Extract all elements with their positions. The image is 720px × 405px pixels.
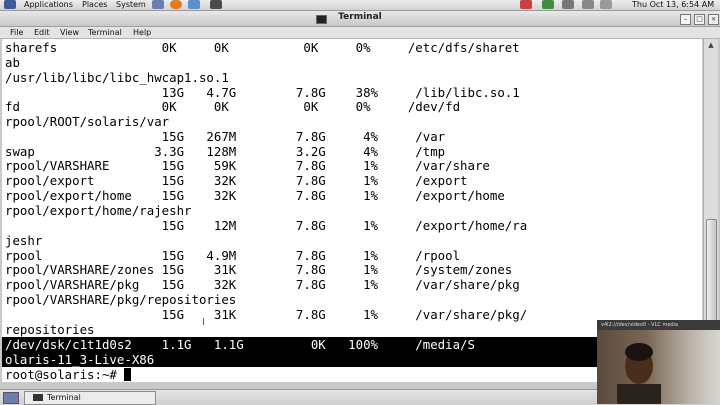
- firefox-launcher-icon[interactable]: [170, 0, 182, 9]
- terminal-line: rpool/export/home/rajeshr: [5, 203, 192, 218]
- ibeam-cursor-icon: I: [202, 317, 205, 328]
- taskbar-terminal-label: Terminal: [47, 393, 81, 402]
- prompt-line[interactable]: root@solaris:~#: [5, 367, 132, 382]
- terminal-line: rpool/export 15G 32K 7.8G 1% /export: [5, 173, 468, 188]
- terminal-line: rpool/export/home 15G 32K 7.8G 1% /expor…: [5, 188, 505, 203]
- minimize-button[interactable]: –: [680, 14, 691, 25]
- places-menu[interactable]: Places: [82, 0, 107, 10]
- show-desktop-icon[interactable]: [3, 392, 19, 404]
- terminal-line: 15G 267M 7.8G 4% /var: [5, 129, 446, 144]
- menubar: File Edit View Terminal Help: [0, 27, 720, 39]
- top-panel: Applications Places System Thu Oct 13, 6…: [0, 0, 720, 11]
- terminal-line: rpool/VARSHARE/pkg 15G 32K 7.8G 1% /var/…: [5, 277, 520, 292]
- text-cursor: [124, 368, 132, 381]
- volume-icon[interactable]: [562, 0, 574, 9]
- display-icon[interactable]: [582, 0, 594, 9]
- menu-edit[interactable]: Edit: [34, 27, 50, 38]
- webcam-video: [597, 330, 720, 404]
- system-menu[interactable]: System: [116, 0, 146, 10]
- terminal-line: rpool/VARSHARE 15G 59K 7.8G 1% /var/shar…: [5, 158, 490, 173]
- terminal-line: sharefs 0K 0K 0K 0% /etc/dfs/sharet: [5, 40, 520, 55]
- mail-launcher-icon[interactable]: [188, 0, 200, 9]
- power-icon[interactable]: [600, 0, 612, 9]
- terminal-line: rpool 15G 4.9M 7.8G 1% /rpool: [5, 248, 461, 263]
- terminal-line: 15G 31K 7.8G 1% /var/share/pkg/: [5, 307, 528, 322]
- maximize-button[interactable]: □: [694, 14, 705, 25]
- terminal-line: 13G 4.7G 7.8G 38% /lib/libc.so.1: [5, 85, 520, 100]
- menu-terminal[interactable]: Terminal: [88, 27, 122, 38]
- applications-menu[interactable]: Applications: [24, 0, 73, 10]
- terminal-task-icon: [33, 394, 43, 401]
- network-icon[interactable]: [542, 0, 554, 9]
- terminal-line: ab: [5, 55, 20, 70]
- terminal-launcher-icon[interactable]: [210, 0, 222, 9]
- terminal-line: rpool/ROOT/solaris/var: [5, 114, 170, 129]
- help-launcher-icon[interactable]: [152, 0, 164, 9]
- terminal-line: jeshr: [5, 233, 43, 248]
- menu-file[interactable]: File: [10, 27, 23, 38]
- scroll-up-arrow-icon[interactable]: ▲: [704, 39, 718, 51]
- vlc-title: v4l2:///dev/video0 - VLC media: [597, 320, 720, 330]
- menu-help[interactable]: Help: [133, 27, 151, 38]
- terminal-line: rpool/VARSHARE/zones 15G 31K 7.8G 1% /sy…: [5, 262, 513, 277]
- window-title: Terminal: [338, 12, 382, 22]
- terminal-line: /usr/lib/libc/libc_hwcap1.so.1: [5, 70, 229, 85]
- terminal-line: swap 3.3G 128M 3.2G 4% /tmp: [5, 144, 446, 159]
- taskbar-terminal-button[interactable]: Terminal: [24, 391, 156, 405]
- presenter-silhouette: [617, 343, 661, 404]
- window-titlebar[interactable]: Terminal – □ ×: [0, 11, 720, 27]
- terminal-line: fd 0K 0K 0K 0% /dev/fd: [5, 99, 461, 114]
- shell-prompt: root@solaris:~#: [5, 367, 125, 382]
- clock[interactable]: Thu Oct 13, 6:54 AM: [632, 0, 714, 10]
- applications-icon: [4, 0, 16, 9]
- menu-view[interactable]: View: [60, 27, 79, 38]
- terminal-line: rpool/VARSHARE/pkg/repositories: [5, 292, 237, 307]
- vlc-webcam-overlay[interactable]: v4l2:///dev/video0 - VLC media: [597, 320, 720, 404]
- terminal-line: 15G 12M 7.8G 1% /export/home/ra: [5, 218, 528, 233]
- terminal-line: repositories: [5, 322, 95, 337]
- update-notifier-icon[interactable]: [520, 0, 532, 9]
- close-button[interactable]: ×: [708, 14, 719, 25]
